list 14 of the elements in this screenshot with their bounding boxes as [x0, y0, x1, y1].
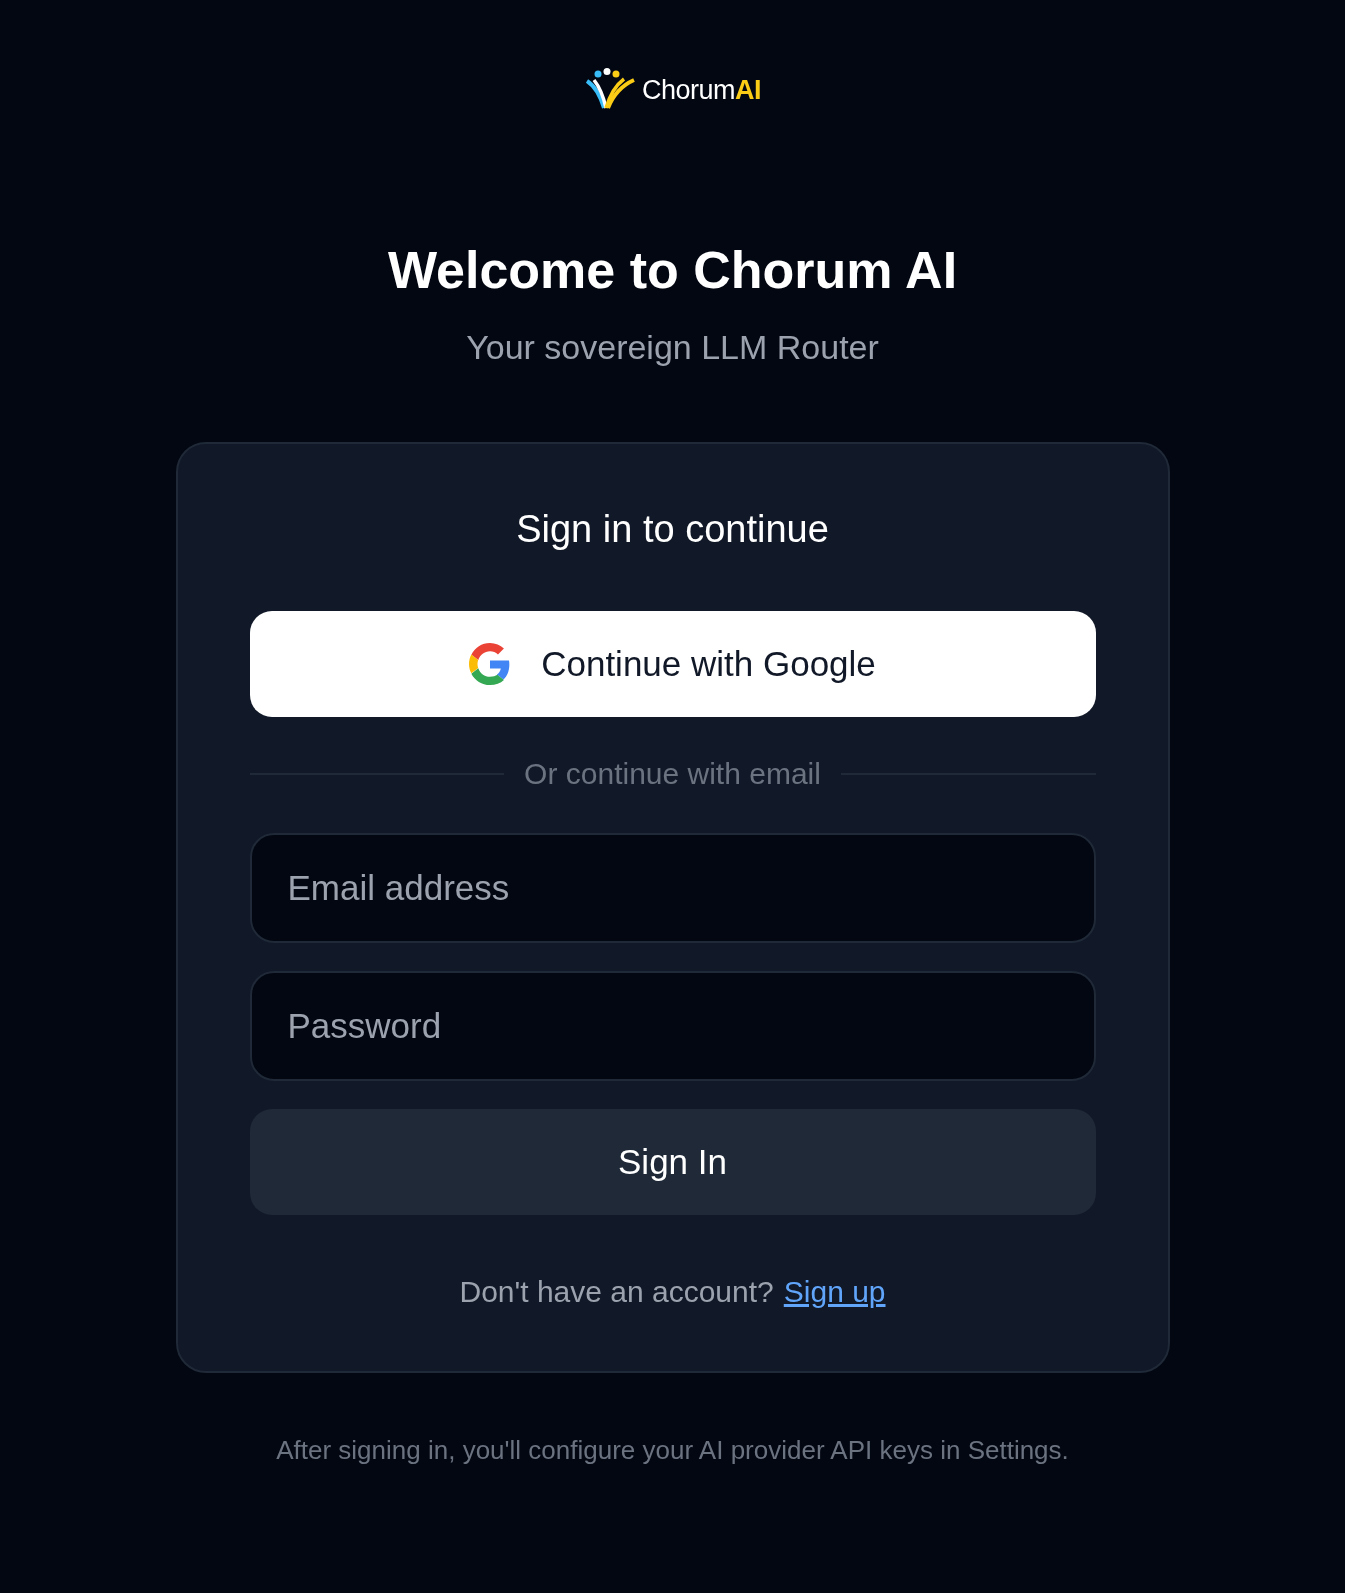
sign-in-button[interactable]: Sign In	[249, 1109, 1096, 1215]
footer-note: After signing in, you'll configure your AI provider API keys in Settings.	[276, 1435, 1069, 1466]
logo-icon	[584, 68, 638, 112]
page-subtitle: Your sovereign LLM Router	[466, 328, 879, 367]
divider-label: Or continue with email	[524, 757, 821, 791]
signup-prompt: Don't have an account?	[459, 1275, 774, 1309]
google-sign-in-button[interactable]: Continue with Google	[249, 611, 1096, 717]
sign-up-link[interactable]: Sign up	[783, 1275, 886, 1309]
google-icon	[469, 643, 512, 685]
logo-wordmark: ChorumAI	[642, 74, 761, 106]
email-field[interactable]: Email address	[249, 833, 1096, 943]
card-heading: Sign in to continue	[515, 508, 830, 551]
page-title: Welcome to Chorum AI	[387, 240, 958, 300]
password-field[interactable]: Password	[249, 971, 1096, 1081]
